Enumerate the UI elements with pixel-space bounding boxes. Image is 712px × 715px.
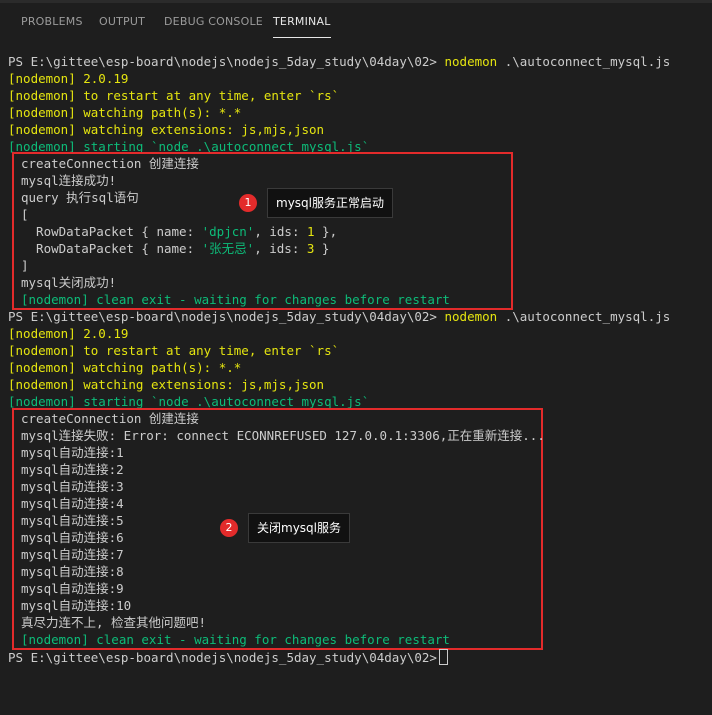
- give-up-line: 真尽力连不上, 检查其他问题吧!: [21, 615, 207, 630]
- row2-prefix: RowDataPacket { name:: [21, 241, 202, 256]
- retry-line: mysql自动连接:5: [21, 513, 124, 528]
- nodemon-watch-paths-2: [nodemon] watching path(s): *.*: [8, 360, 242, 375]
- nodemon-watch-extensions: [nodemon] watching extensions: js,mjs,js…: [8, 122, 325, 137]
- array-open: [: [21, 207, 29, 222]
- panel-top-border: [0, 0, 712, 3]
- nodemon-version-2: [nodemon] 2.0.19: [8, 326, 129, 341]
- row-packet-2: RowDataPacket { name: '张无忌', ids: 3 }: [21, 240, 329, 257]
- connect-fail-line: mysql连接失败: Error: connect ECONNREFUSED 1…: [21, 428, 545, 443]
- connect-success-line: mysql连接成功!: [21, 173, 117, 188]
- active-tab-indicator: [273, 37, 331, 38]
- create-connection-line: createConnection 创建连接: [21, 156, 199, 171]
- annotation-callout-2: 关闭mysql服务: [248, 513, 350, 543]
- tab-problems[interactable]: PROBLEMS: [21, 15, 83, 28]
- nodemon-watch-paths: [nodemon] watching path(s): *.*: [8, 105, 242, 120]
- row-packet-1: RowDataPacket { name: 'dpjcn', ids: 1 },: [21, 223, 337, 240]
- nodemon-clean-exit-1: [nodemon] clean exit - waiting for chang…: [21, 292, 450, 307]
- annotation-badge-1: 1: [239, 194, 257, 212]
- nodemon-watch-extensions-2: [nodemon] watching extensions: js,mjs,js…: [8, 377, 325, 392]
- final-prompt-line[interactable]: PS E:\gittee\esp-board\nodejs\nodejs_5da…: [8, 649, 448, 666]
- prompt-line: PS E:\gittee\esp-board\nodejs\nodejs_5da…: [8, 53, 670, 70]
- retry-line: mysql自动连接:8: [21, 564, 124, 579]
- final-prompt-path: PS E:\gittee\esp-board\nodejs\nodejs_5da…: [8, 650, 437, 665]
- command-name: nodemon: [444, 54, 498, 69]
- nodemon-version: [nodemon] 2.0.19: [8, 71, 129, 86]
- row2-suffix: }: [314, 241, 330, 256]
- retry-line: mysql自动连接:3: [21, 479, 124, 494]
- retry-line: mysql自动连接:2: [21, 462, 124, 477]
- nodemon-restart-hint-2: [nodemon] to restart at any time, enter …: [8, 343, 340, 358]
- retry-line: mysql自动连接:4: [21, 496, 124, 511]
- tab-terminal-label: TERMINAL: [273, 15, 331, 28]
- retry-line: mysql自动连接:6: [21, 530, 124, 545]
- query-line: query 执行sql语句: [21, 190, 139, 205]
- nodemon-clean-exit-2: [nodemon] clean exit - waiting for chang…: [21, 632, 450, 647]
- create-connection-line-2: createConnection 创建连接: [21, 411, 199, 426]
- tab-terminal[interactable]: TERMINAL: [273, 15, 331, 38]
- row1-name: 'dpjcn': [201, 224, 255, 239]
- retry-line: mysql自动连接:9: [21, 581, 124, 596]
- retry-line: mysql自动连接:10: [21, 598, 132, 613]
- close-success-line: mysql关闭成功!: [21, 275, 117, 290]
- row1-ids: 1: [307, 224, 315, 239]
- command-arg: .\autoconnect_mysql.js: [504, 54, 671, 69]
- terminal-output[interactable]: PS E:\gittee\esp-board\nodejs\nodejs_5da…: [0, 44, 712, 715]
- row2-mid: , ids:: [254, 241, 307, 256]
- annotation-callout-1: mysql服务正常启动: [267, 188, 393, 218]
- tab-debug-console[interactable]: DEBUG CONSOLE: [164, 15, 263, 28]
- row1-suffix: },: [314, 224, 338, 239]
- row1-mid: , ids:: [254, 224, 307, 239]
- command-name-2: nodemon: [444, 309, 498, 324]
- command-arg-2: .\autoconnect_mysql.js: [504, 309, 671, 324]
- retry-line: mysql自动连接:7: [21, 547, 124, 562]
- annotation-badge-2: 2: [220, 519, 238, 537]
- prompt-path: PS E:\gittee\esp-board\nodejs\nodejs_5da…: [8, 54, 437, 69]
- terminal-cursor: [438, 649, 448, 665]
- row2-name: '张无忌': [201, 241, 255, 256]
- array-close: ]: [21, 258, 29, 273]
- nodemon-restart-hint: [nodemon] to restart at any time, enter …: [8, 88, 340, 103]
- retry-line: mysql自动连接:1: [21, 445, 124, 460]
- prompt-line-2: PS E:\gittee\esp-board\nodejs\nodejs_5da…: [8, 308, 670, 325]
- row1-prefix: RowDataPacket { name:: [21, 224, 202, 239]
- panel-tab-bar: PROBLEMS OUTPUT DEBUG CONSOLE TERMINAL: [0, 0, 712, 44]
- tab-output[interactable]: OUTPUT: [99, 15, 145, 28]
- prompt-path-2: PS E:\gittee\esp-board\nodejs\nodejs_5da…: [8, 309, 437, 324]
